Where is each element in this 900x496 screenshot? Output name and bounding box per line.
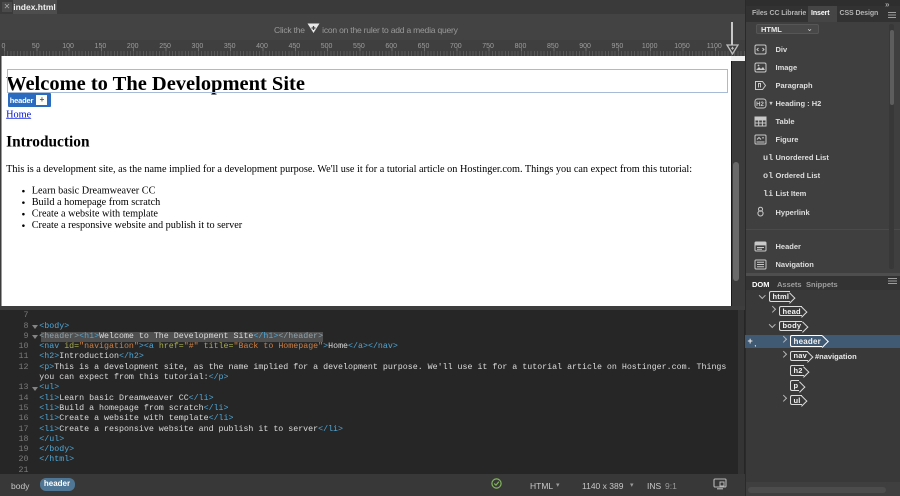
svg-text:H2: H2 [756, 102, 764, 108]
